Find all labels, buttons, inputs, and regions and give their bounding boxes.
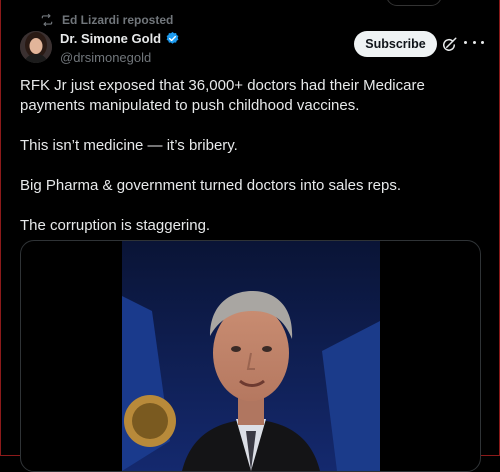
repost-icon (41, 13, 53, 27)
subscribe-button[interactable]: Subscribe (354, 31, 437, 57)
author-name-row[interactable]: Dr. Simone Gold (60, 31, 180, 46)
verified-badge-icon (166, 31, 179, 44)
video-frame-image (122, 241, 380, 471)
post-text: RFK Jr just exposed that 36,000+ doctors… (20, 76, 488, 236)
author-name[interactable]: Dr. Simone Gold (60, 31, 161, 46)
video-player[interactable] (122, 241, 380, 471)
post-paragraph: Big Pharma & government turned doctors i… (20, 177, 402, 194)
post-paragraph: The corruption is staggering. (20, 217, 211, 234)
author-handle[interactable]: @drsimonegold (60, 50, 151, 65)
more-icon[interactable] (464, 34, 484, 50)
media-card[interactable] (20, 240, 481, 472)
repost-banner[interactable]: Ed Lizardi reposted (40, 13, 173, 27)
avatar[interactable] (20, 31, 52, 63)
repost-label: Ed Lizardi reposted (62, 13, 174, 27)
post-paragraph: This isn’t medicine — it’s bribery. (20, 137, 238, 154)
post-paragraph: RFK Jr just exposed that 36,000+ doctors… (20, 77, 425, 114)
grok-icon[interactable] (440, 36, 458, 54)
avatar-portrait (20, 31, 52, 63)
top-button-edge[interactable] (386, 0, 442, 6)
